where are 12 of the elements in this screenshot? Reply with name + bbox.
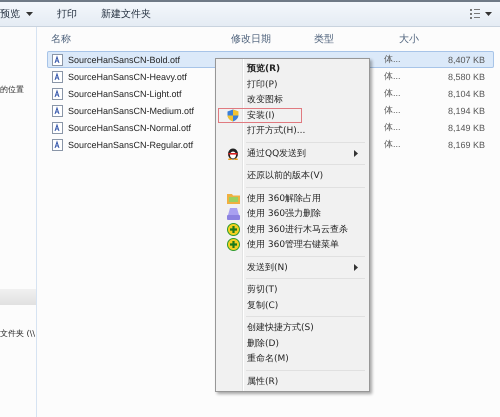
file-type: 体... <box>384 138 401 151</box>
file-size: 8,194 KB <box>448 106 485 116</box>
file-type: 体... <box>384 104 401 117</box>
file-size: 8,104 KB <box>448 88 485 98</box>
file-size: 8,407 KB <box>448 54 485 64</box>
file-size: 8,580 KB <box>448 72 485 82</box>
file-size: 8,169 KB <box>448 140 485 150</box>
file-size: 8,149 KB <box>448 122 485 132</box>
file-type: 体... <box>384 70 401 83</box>
file-type: 体... <box>384 53 401 66</box>
file-type: 体... <box>384 87 401 100</box>
file-type: 体... <box>384 121 401 134</box>
